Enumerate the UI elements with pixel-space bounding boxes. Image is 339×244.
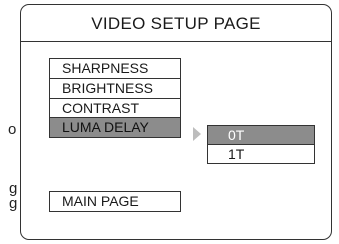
menu-item-luma-delay[interactable]: LUMA DELAY xyxy=(49,117,181,139)
page-title: VIDEO SETUP PAGE xyxy=(21,5,331,42)
setup-menu: SHARPNESS BRIGHTNESS CONTRAST LUMA DELAY xyxy=(49,58,181,139)
option-1t[interactable]: 1T xyxy=(207,143,315,164)
submenu-arrow-icon xyxy=(193,127,201,141)
main-page-button[interactable]: MAIN PAGE xyxy=(49,191,181,212)
option-0t[interactable]: 0T xyxy=(207,125,315,145)
video-setup-panel: VIDEO SETUP PAGE SHARPNESS BRIGHTNESS CO… xyxy=(20,4,332,240)
luma-delay-submenu: 0T 1T xyxy=(207,125,315,164)
edge-text-fragment: o xyxy=(8,121,17,138)
edge-text-fragment: g xyxy=(9,195,18,212)
menu-item-sharpness[interactable]: SHARPNESS xyxy=(49,58,181,79)
menu-item-brightness[interactable]: BRIGHTNESS xyxy=(49,77,181,99)
menu-item-contrast[interactable]: CONTRAST xyxy=(49,97,181,119)
